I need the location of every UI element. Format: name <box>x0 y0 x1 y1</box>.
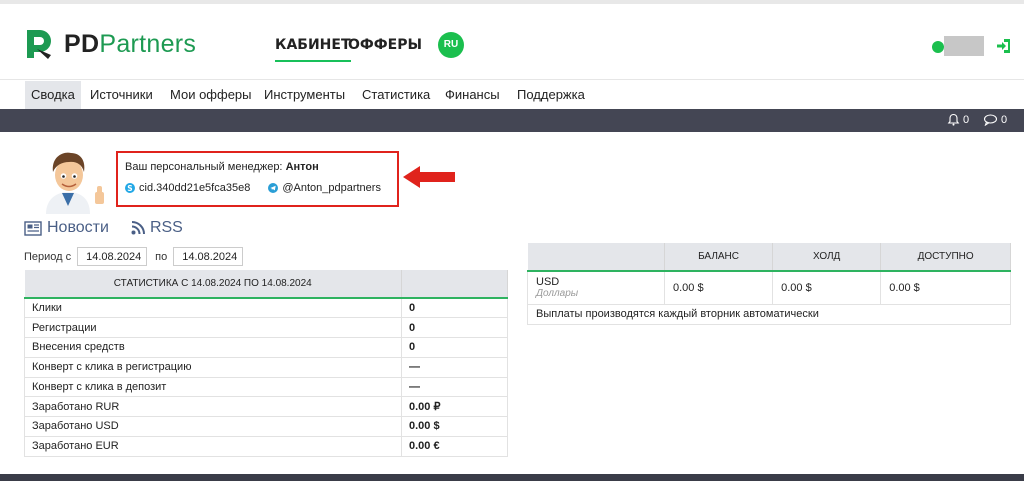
stat-value: 0.00 $ <box>401 416 508 437</box>
skype-contact[interactable]: S cid.340dd21e5fca35e8 <box>125 182 250 194</box>
news-links: Новости RSS <box>24 219 183 237</box>
language-selector[interactable]: RU <box>438 32 464 58</box>
online-status-dot <box>932 41 944 53</box>
available-value: 0.00 $ <box>880 270 1011 305</box>
messages-count: 0 <box>1001 113 1008 126</box>
red-arrow-annotation <box>403 166 455 188</box>
header: PDPartners КАБИНЕТ ОФФЕРЫ RU <box>0 4 1024 80</box>
manager-name: Антон <box>285 161 319 173</box>
telegram-icon <box>268 183 279 193</box>
subnav-summary[interactable]: Сводка <box>25 81 81 109</box>
telegram-contact[interactable]: @Anton_pdpartners <box>268 182 381 194</box>
subnav-my-offers[interactable]: Мои офферы <box>164 81 258 109</box>
table-row: Внесения средств 0 <box>24 337 508 358</box>
stat-label: Клики <box>24 297 402 319</box>
stat-value: 0 <box>401 337 508 358</box>
balance-header: БАЛАНС <box>664 243 774 272</box>
stat-value: 0 <box>401 317 508 338</box>
balance-header-row: БАЛАНС ХОЛД ДОСТУПНО <box>527 243 1011 272</box>
table-row: Клики 0 <box>24 297 508 319</box>
stats-title: СТАТИСТИКА С 14.08.2024 ПО 14.08.2024 <box>24 270 402 299</box>
hold-value: 0.00 $ <box>772 270 882 305</box>
nav-offers[interactable]: ОФФЕРЫ <box>348 37 422 53</box>
stat-value: 0.00 ₽ <box>401 396 508 417</box>
notifications-counter[interactable]: 0 <box>947 113 969 126</box>
news-link[interactable]: Новости <box>24 219 109 237</box>
date-to-input[interactable] <box>173 247 244 266</box>
chat-icon <box>983 114 998 126</box>
table-row: Регистрации 0 <box>24 317 508 338</box>
table-row: Выплаты производятся каждый вторник авто… <box>527 303 1011 325</box>
currency-name: Доллары <box>536 288 579 300</box>
logo[interactable]: PDPartners <box>24 27 196 61</box>
footer-bar <box>0 474 1024 481</box>
notifications-count: 0 <box>963 113 970 126</box>
stats-table: СТАТИСТИКА С 14.08.2024 ПО 14.08.2024 Кл… <box>24 270 508 457</box>
balance-currency-header <box>527 243 665 272</box>
bell-icon <box>947 113 960 126</box>
rss-icon <box>131 221 145 235</box>
period-to-label: по <box>155 250 168 263</box>
stat-label: Внесения средств <box>24 337 402 358</box>
sub-navigation: Сводка Источники Мои офферы Инструменты … <box>0 81 1024 109</box>
manager-title: Ваш персональный менеджер: Антон <box>125 161 319 173</box>
news-label: Новости <box>47 219 109 236</box>
available-header: ДОСТУПНО <box>880 243 1011 272</box>
balance-table: БАЛАНС ХОЛД ДОСТУПНО USD Доллары 0.00 $ … <box>527 243 1011 325</box>
telegram-handle: @Anton_pdpartners <box>282 182 381 194</box>
stat-label: Конверт с клика в регистрацию <box>24 356 402 378</box>
stat-label: Заработано EUR <box>24 435 402 457</box>
table-row: Заработано EUR 0.00 € <box>24 435 508 457</box>
table-row: Заработано RUR 0.00 ₽ <box>24 396 508 417</box>
payout-note: Выплаты производятся каждый вторник авто… <box>527 303 1011 325</box>
subnav-finance[interactable]: Финансы <box>439 81 506 109</box>
skype-icon: S <box>125 183 135 193</box>
messages-counter[interactable]: 0 <box>983 113 1007 126</box>
period-filter: Период с по <box>24 247 251 266</box>
svg-text:S: S <box>127 184 132 193</box>
stat-value: — <box>401 356 508 378</box>
toolbar-bar: 0 0 <box>0 109 1024 132</box>
stat-label: Конверт с клика в депозит <box>24 376 402 398</box>
subnav-tools[interactable]: Инструменты <box>258 81 351 109</box>
table-row: USD Доллары 0.00 $ 0.00 $ 0.00 $ <box>527 270 1011 305</box>
personal-manager-box: Ваш персональный менеджер: Антон S cid.3… <box>116 151 399 207</box>
stat-value: 0 <box>401 297 508 319</box>
stat-value: — <box>401 376 508 398</box>
user-menu[interactable] <box>944 36 984 56</box>
date-from-input[interactable] <box>77 247 148 266</box>
nav-cabinet[interactable]: КАБИНЕТ <box>275 37 351 62</box>
rss-label: RSS <box>149 219 183 236</box>
currency-cell: USD Доллары <box>527 270 665 305</box>
stat-label: Заработано RUR <box>24 396 402 417</box>
logo-icon <box>27 30 51 59</box>
period-from-label: Период с <box>24 250 72 263</box>
stat-label: Регистрации <box>24 317 402 338</box>
manager-avatar <box>46 152 104 214</box>
skype-id: cid.340dd21e5fca35e8 <box>139 182 251 194</box>
manager-contacts: S cid.340dd21e5fca35e8 @Anton_pdpartners <box>125 182 381 194</box>
stats-header-row: СТАТИСТИКА С 14.08.2024 ПО 14.08.2024 <box>24 270 508 299</box>
subnav-sources[interactable]: Источники <box>84 81 159 109</box>
newspaper-icon <box>24 220 42 236</box>
stat-value: 0.00 € <box>401 435 508 457</box>
manager-label: Ваш персональный менеджер: <box>125 161 283 173</box>
stats-value-header <box>401 270 508 299</box>
table-row: Конверт с клика в депозит — <box>24 376 508 398</box>
rss-link[interactable]: RSS <box>131 219 183 237</box>
stat-label: Заработано USD <box>24 416 402 437</box>
logout-icon[interactable] <box>995 37 1013 55</box>
subnav-statistics[interactable]: Статистика <box>356 81 436 109</box>
logo-text: PDPartners <box>64 29 197 58</box>
subnav-support[interactable]: Поддержка <box>511 81 591 109</box>
hold-header: ХОЛД <box>772 243 882 272</box>
table-row: Конверт с клика в регистрацию — <box>24 356 508 378</box>
balance-value: 0.00 $ <box>663 270 774 305</box>
table-row: Заработано USD 0.00 $ <box>24 416 508 437</box>
currency-code: USD <box>536 276 560 289</box>
